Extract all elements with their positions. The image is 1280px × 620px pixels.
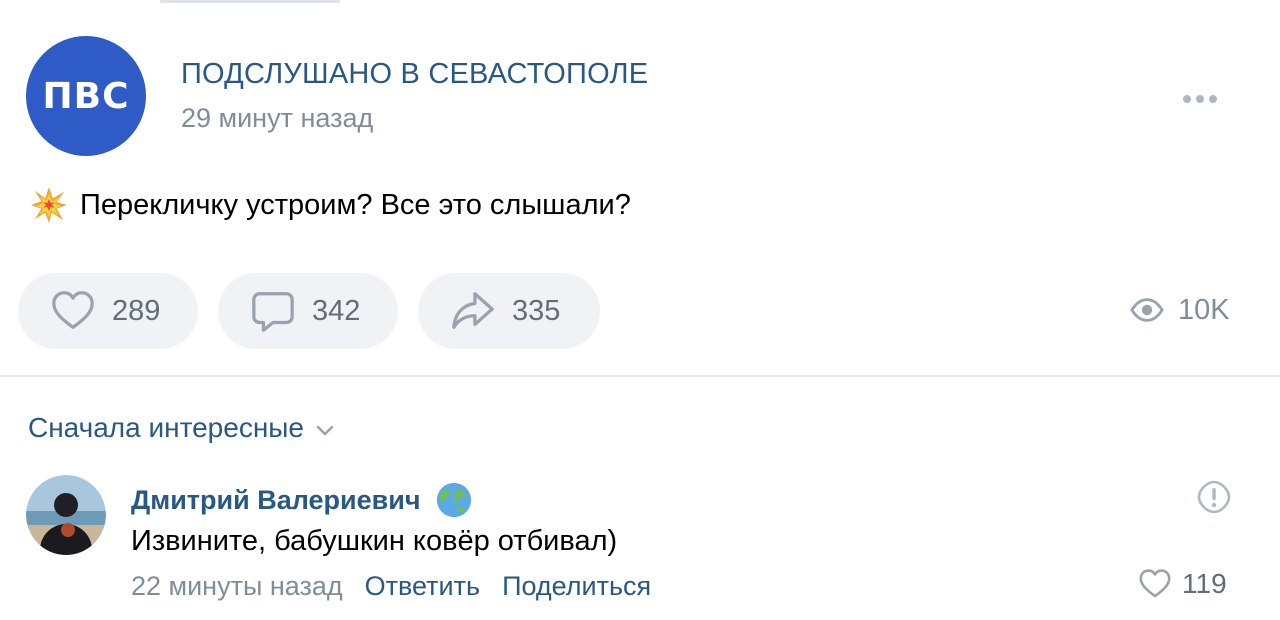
comment-author-name[interactable]: Дмитрий Валериевич xyxy=(131,485,421,516)
chevron-down-icon xyxy=(316,425,334,436)
comment-author-avatar[interactable] xyxy=(26,475,106,555)
comments-sort-dropdown[interactable]: Сначала интересные xyxy=(28,412,336,444)
eye-icon xyxy=(1130,298,1164,322)
share-icon xyxy=(452,292,494,329)
comment-text: Извините, бабушкин ковёр отбивал) xyxy=(131,525,618,557)
heart-icon xyxy=(1139,569,1171,598)
comment-icon xyxy=(252,292,294,332)
share-button[interactable]: 335 xyxy=(418,273,600,349)
post-actions: 289 342 335 xyxy=(18,273,600,349)
like-button[interactable]: 289 xyxy=(18,273,198,349)
post-text: Перекличку устроим? Все это слышали? xyxy=(80,188,631,221)
top-strip xyxy=(160,0,340,3)
comment-time[interactable]: 22 минуты назад xyxy=(131,571,343,602)
comment-author-row: Дмитрий Валериевич xyxy=(131,481,473,519)
comment-item: Дмитрий Валериевич Извините, бабушкин ко… xyxy=(26,475,1256,615)
share-link[interactable]: Поделиться xyxy=(502,571,651,602)
post-time[interactable]: 29 минут назад xyxy=(181,103,373,134)
comment-like-count: 119 xyxy=(1182,568,1227,599)
like-count: 289 xyxy=(112,294,161,327)
comment-button[interactable]: 342 xyxy=(218,273,398,349)
sort-label: Сначала интересные xyxy=(28,412,304,443)
post-text-row: Перекличку устроим? Все это слышали? xyxy=(30,186,631,224)
more-options-icon[interactable] xyxy=(1183,91,1223,107)
views-count: 10K xyxy=(1178,293,1230,326)
group-avatar[interactable]: ПВС xyxy=(26,36,146,156)
group-name[interactable]: ПОДСЛУШАНО В СЕВАСТОПОЛЕ xyxy=(181,58,648,91)
globe-emoji-icon xyxy=(436,482,471,518)
comment-meta: 22 минуты назад Ответить Поделиться xyxy=(131,571,651,602)
group-avatar-text: ПВС xyxy=(42,75,130,117)
divider xyxy=(0,375,1280,377)
post-header: ПВС ПОДСЛУШАНО В СЕВАСТОПОЛЕ 29 минут на… xyxy=(26,36,1256,156)
reply-link[interactable]: Ответить xyxy=(365,571,480,602)
share-count: 335 xyxy=(512,294,561,327)
comment-like-button[interactable]: 119 xyxy=(1138,567,1227,601)
collision-emoji-icon xyxy=(30,186,68,224)
heart-icon xyxy=(52,291,94,329)
comment-count: 342 xyxy=(312,294,361,327)
views-counter: 10K xyxy=(1130,293,1230,327)
report-icon[interactable] xyxy=(1196,479,1232,515)
